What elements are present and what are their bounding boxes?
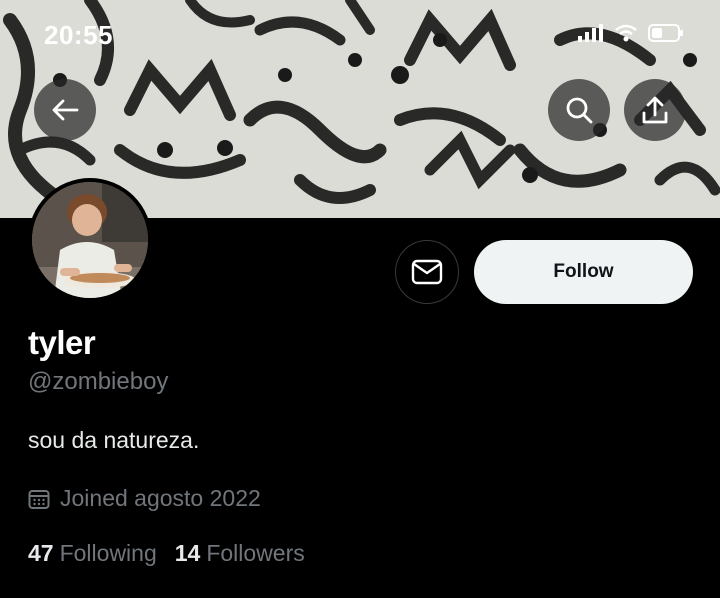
message-button[interactable] <box>395 240 459 304</box>
back-button[interactable] <box>34 79 96 141</box>
calendar-icon <box>28 489 50 509</box>
status-icons <box>578 24 684 42</box>
status-time: 20:55 <box>44 20 113 50</box>
arrow-left-icon <box>52 99 79 121</box>
search-icon <box>566 97 593 124</box>
profile-name: tyler <box>28 324 96 361</box>
profile-bio: sou da natureza. <box>28 427 200 453</box>
wifi-icon <box>615 24 637 42</box>
following-link[interactable]: 47 Following <box>28 540 157 567</box>
envelope-icon <box>411 259 443 285</box>
followers-label: Followers <box>206 540 305 566</box>
share-button[interactable] <box>624 79 686 141</box>
share-icon <box>642 96 668 124</box>
avatar-photo <box>32 182 148 298</box>
avatar[interactable] <box>28 178 152 302</box>
search-button[interactable] <box>548 79 610 141</box>
following-count: 47 <box>28 540 54 566</box>
profile-handle: @zombieboy <box>28 368 169 395</box>
follow-button[interactable]: Follow <box>474 240 693 304</box>
joined-date: Joined agosto 2022 <box>28 485 261 512</box>
following-label: Following <box>59 540 157 566</box>
joined-label: Joined agosto 2022 <box>60 485 261 511</box>
signal-icon <box>578 24 603 42</box>
battery-icon <box>648 24 683 42</box>
follow-stats: 47 Following 14 Followers <box>28 540 305 567</box>
followers-link[interactable]: 14 Followers <box>175 540 305 567</box>
followers-count: 14 <box>174 540 201 566</box>
